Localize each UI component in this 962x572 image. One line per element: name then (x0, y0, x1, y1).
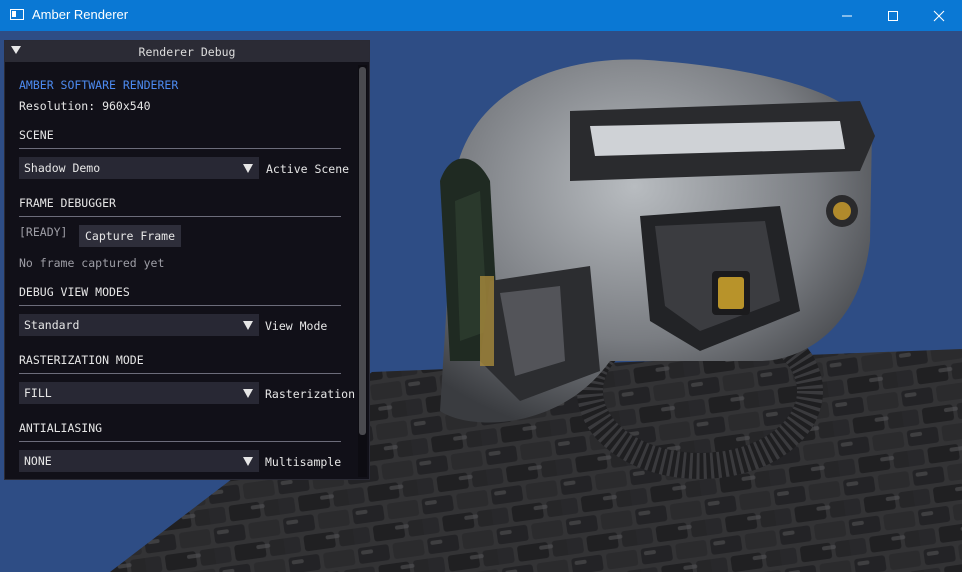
debug-view-divider (19, 305, 341, 306)
app-name-label: AMBER SOFTWARE RENDERER (19, 78, 179, 92)
panel-title: Renderer Debug (138, 45, 236, 59)
rasterization-dropdown-value: FILL (24, 386, 52, 400)
title-bar[interactable]: Amber Renderer (0, 0, 962, 31)
chevron-down-icon (243, 321, 253, 330)
scene-divider (19, 148, 341, 149)
multisample-dropdown-value: NONE (24, 454, 52, 468)
multisample-dropdown[interactable]: NONE (19, 450, 259, 472)
app-window-icon (10, 9, 24, 20)
frame-debugger-message: No frame captured yet (19, 256, 165, 270)
panel-scrollbar[interactable] (358, 65, 367, 477)
scene-dropdown-value: Shadow Demo (24, 161, 101, 175)
rasterization-dropdown[interactable]: FILL (19, 382, 259, 404)
capture-frame-button[interactable]: Capture Frame (79, 225, 181, 247)
minimize-icon (842, 15, 852, 16)
panel-title-bar[interactable]: Renderer Debug (5, 41, 369, 62)
chevron-down-icon (243, 457, 253, 466)
rasterization-label: Rasterization (265, 387, 356, 401)
multisample-label: Multisample (265, 455, 342, 469)
capture-frame-label: Capture Frame (85, 229, 176, 243)
antialiasing-divider (19, 441, 341, 442)
antialiasing-header: ANTIALIASING (19, 421, 103, 435)
maximize-icon (888, 10, 898, 21)
minimize-button[interactable] (824, 0, 870, 31)
frame-debugger-status: [READY] (19, 225, 68, 239)
frame-debugger-divider (19, 216, 341, 217)
chevron-down-icon (243, 389, 253, 398)
rasterization-divider (19, 373, 341, 374)
view-mode-label: View Mode (265, 319, 328, 333)
renderer-debug-panel: Renderer Debug AMBER SOFTWARE RENDERER R… (4, 40, 370, 480)
debug-view-header: DEBUG VIEW MODES (19, 285, 130, 299)
close-button[interactable] (916, 0, 962, 31)
rasterization-header: RASTERIZATION MODE (19, 353, 144, 367)
scrollbar-thumb[interactable] (359, 67, 366, 435)
app-window: Amber Renderer Renderer Debug AMBER SOFT… (0, 0, 962, 572)
scene-dropdown-label: Active Scene (266, 162, 350, 176)
resolution-label: Resolution: 960x540 (19, 99, 151, 113)
close-icon (933, 10, 945, 21)
scene-dropdown[interactable]: Shadow Demo (19, 157, 259, 179)
scene-header: SCENE (19, 128, 54, 142)
chevron-down-icon (243, 164, 253, 173)
view-mode-dropdown-value: Standard (24, 318, 80, 332)
window-title: Amber Renderer (32, 7, 129, 22)
frame-debugger-header: FRAME DEBUGGER (19, 196, 116, 210)
view-mode-dropdown[interactable]: Standard (19, 314, 259, 336)
maximize-button[interactable] (870, 0, 916, 31)
